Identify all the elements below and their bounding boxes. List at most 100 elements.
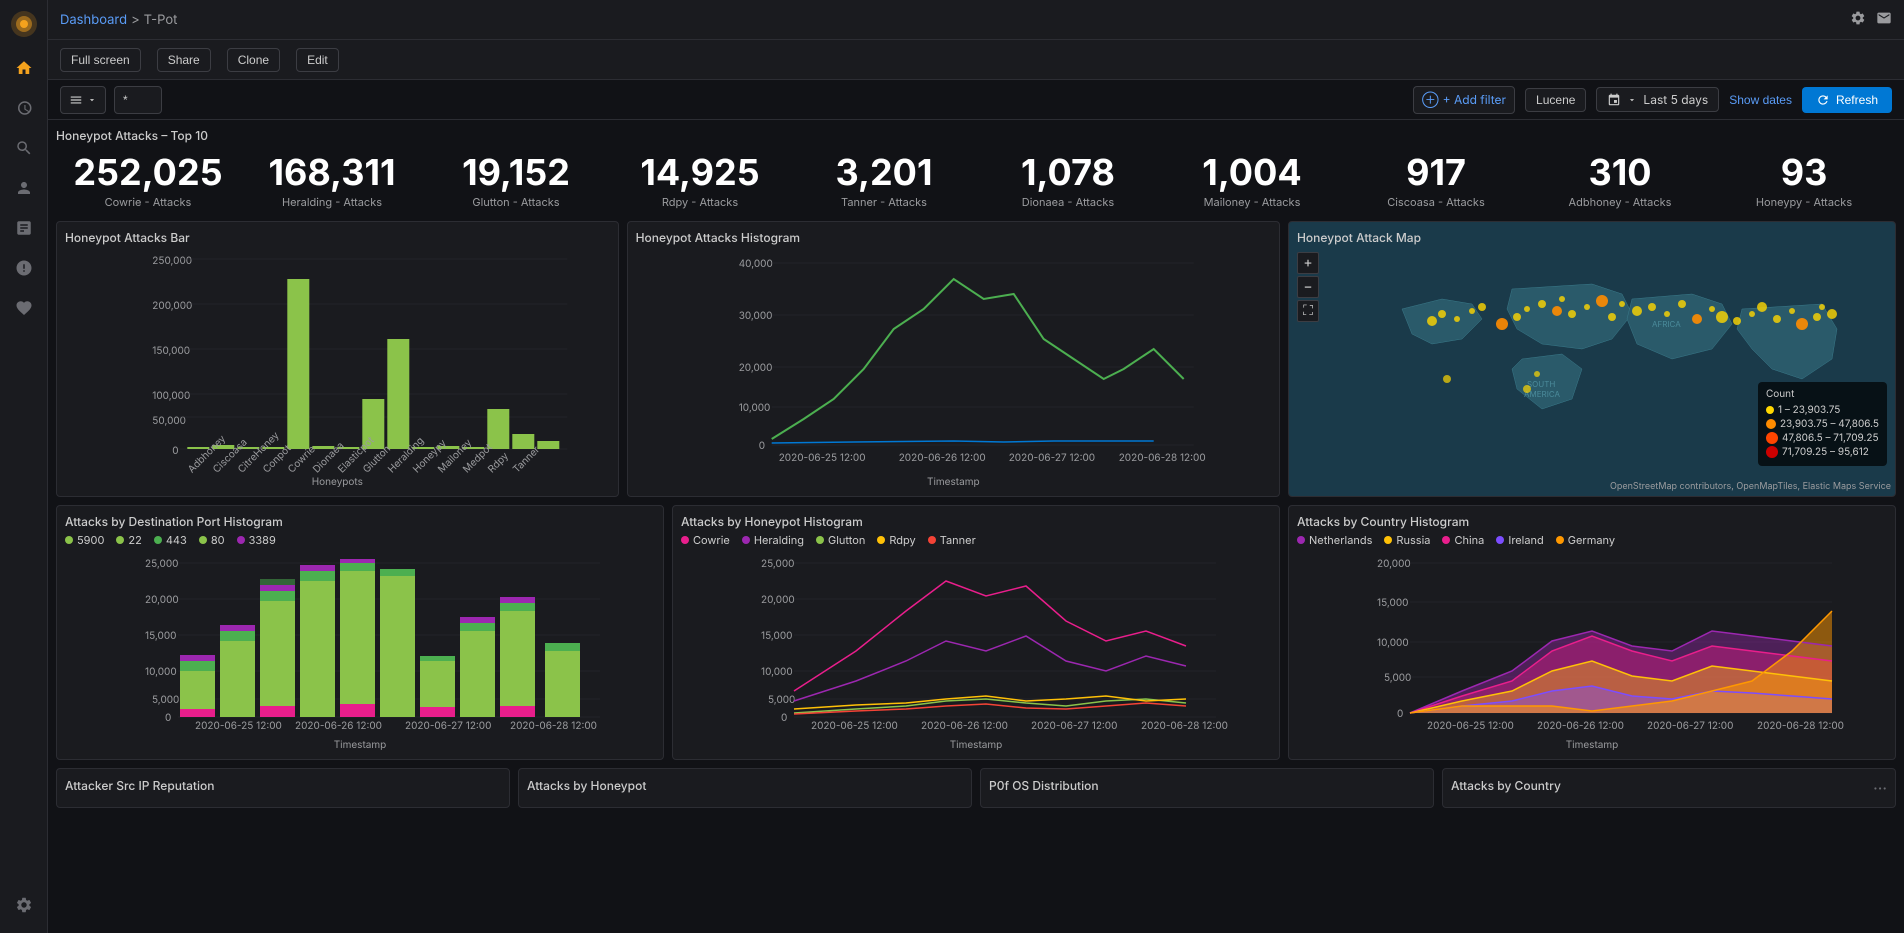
charts-row-1: Honeypot Attacks Bar 250,000 200,000 150…	[56, 221, 1896, 497]
dest-port-panel: Attacks by Destination Port Histogram 59…	[56, 505, 664, 760]
legend-range-3: 47,806.5 – 71,709.25	[1782, 432, 1879, 444]
stat-rdpy: 14,925 Rdpy - Attacks	[608, 149, 792, 213]
map-fullscreen-button[interactable]: ⛶	[1297, 300, 1319, 322]
svg-text:40,000: 40,000	[738, 258, 772, 270]
svg-text:20,000: 20,000	[145, 594, 179, 606]
svg-text:15,000: 15,000	[145, 630, 176, 642]
sidebar-user-icon[interactable]	[6, 170, 42, 206]
add-filter-label: + Add filter	[1443, 92, 1506, 107]
legend-heralding: Heralding	[742, 533, 804, 547]
histogram-title: Honeypot Attacks Histogram	[636, 230, 1271, 245]
stat-value-4: 3,201	[794, 153, 974, 193]
svg-text:20,000: 20,000	[1377, 558, 1411, 570]
stat-label-8: Adbhoney - Attacks	[1530, 195, 1710, 209]
svg-text:2020-06-25 12:00: 2020-06-25 12:00	[778, 452, 865, 464]
svg-text:20,000: 20,000	[761, 594, 795, 606]
legend-range-2: 23,903.75 – 47,806.5	[1780, 418, 1879, 430]
stat-ciscoasa: 917 Ciscoasa - Attacks	[1344, 149, 1528, 213]
svg-text:0: 0	[172, 445, 178, 457]
legend-443: 443	[154, 533, 187, 547]
topbar-right	[1850, 10, 1892, 29]
svg-text:0: 0	[1397, 708, 1403, 720]
legend-range-4: 71,709.25 – 95,612	[1782, 446, 1869, 458]
stat-value-8: 310	[1530, 153, 1710, 193]
legend-rdpy: Rdpy	[877, 533, 915, 547]
sidebar-search-icon[interactable]	[6, 130, 42, 166]
honeypot-hist-legend: Cowrie Heralding Glutton Rdpy Tanner	[681, 533, 1271, 547]
legend-label-nl: Netherlands	[1309, 533, 1372, 547]
honeypot-hist-svg: 25,000 20,000 15,000 10,000 5,000 0	[681, 551, 1271, 736]
filter-input[interactable]	[123, 93, 153, 107]
stat-label-5: Dionaea - Attacks	[978, 195, 1158, 209]
sidebar-chart-icon[interactable]	[6, 210, 42, 246]
svg-text:25,000: 25,000	[145, 558, 178, 570]
stat-value-6: 1,004	[1162, 153, 1342, 193]
country-hist-x-label: Timestamp	[1297, 739, 1887, 751]
svg-text:2020-06-25 12:00: 2020-06-25 12:00	[1427, 720, 1514, 732]
legend-label-rdpy: Rdpy	[889, 533, 915, 547]
legend-label-ie: Ireland	[1508, 533, 1543, 547]
more-options-icon[interactable]: ···	[1873, 778, 1887, 798]
svg-text:100,000: 100,000	[152, 390, 190, 402]
legend-item-1: 1 – 23,903.75	[1766, 404, 1879, 416]
legend-germany: Germany	[1556, 533, 1615, 547]
stat-adbhoney: 310 Adbhoney - Attacks	[1528, 149, 1712, 213]
filter-type-selector[interactable]	[60, 86, 106, 114]
email-icon[interactable]	[1876, 10, 1892, 29]
breadcrumb-separator: >	[131, 12, 140, 28]
clone-button[interactable]: Clone	[227, 48, 280, 72]
legend-label-443: 443	[166, 533, 187, 547]
svg-text:2020-06-28 12:00: 2020-06-28 12:00	[1118, 452, 1205, 464]
map-zoom-out-button[interactable]: −	[1297, 276, 1319, 298]
svg-text:250,000: 250,000	[152, 255, 192, 267]
stats-section: Honeypot Attacks – Top 10 252,025 Cowrie…	[56, 128, 1896, 213]
legend-label-80: 80	[211, 533, 225, 547]
svg-text:2020-06-26 12:00: 2020-06-26 12:00	[1537, 720, 1624, 732]
stat-label-6: Mailoney - Attacks	[1162, 195, 1342, 209]
logo	[8, 8, 40, 40]
show-dates-button[interactable]: Show dates	[1729, 93, 1792, 107]
sidebar-recent-icon[interactable]	[6, 90, 42, 126]
stat-tanner: 3,201 Tanner - Attacks	[792, 149, 976, 213]
country-hist-legend: Netherlands Russia China Ireland Germany	[1297, 533, 1887, 547]
stat-mailoney: 1,004 Mailoney - Attacks	[1160, 149, 1344, 213]
share-button[interactable]: Share	[157, 48, 211, 72]
legend-label-ru: Russia	[1396, 533, 1430, 547]
country-hist-title: Attacks by Country Histogram	[1297, 514, 1887, 529]
svg-text:10,000: 10,000	[738, 402, 770, 414]
sidebar-heart-icon[interactable]	[6, 290, 42, 326]
refresh-button[interactable]: Refresh	[1802, 87, 1892, 113]
legend-tanner: Tanner	[928, 533, 976, 547]
fullscreen-button[interactable]: Full screen	[60, 48, 141, 72]
stat-glutton: 19,152 Glutton - Attacks	[424, 149, 608, 213]
refresh-label: Refresh	[1836, 93, 1878, 107]
svg-text:10,000: 10,000	[761, 666, 793, 678]
edit-button[interactable]: Edit	[296, 48, 339, 72]
filter-input-box[interactable]	[114, 86, 162, 114]
svg-text:2020-06-26 12:00: 2020-06-26 12:00	[921, 720, 1008, 732]
add-filter-button[interactable]: ⊕ + Add filter	[1413, 86, 1515, 114]
stat-honeypy: 93 Honeypy - Attacks	[1712, 149, 1896, 213]
legend-label-22: 22	[128, 533, 141, 547]
sidebar-settings-icon[interactable]	[6, 887, 42, 923]
dashboard-link[interactable]: Dashboard	[60, 12, 127, 28]
sidebar-home-icon[interactable]	[6, 50, 42, 86]
svg-text:10,000: 10,000	[145, 666, 177, 678]
stat-label-9: Honeypy - Attacks	[1714, 195, 1894, 209]
map-legend-title: Count	[1766, 388, 1879, 400]
svg-text:2020-06-27 12:00: 2020-06-27 12:00	[1008, 452, 1094, 464]
main-content: Honeypot Attacks – Top 10 252,025 Cowrie…	[48, 120, 1904, 933]
lucene-button[interactable]: Lucene	[1525, 88, 1586, 112]
date-range-selector[interactable]: Last 5 days	[1596, 87, 1719, 112]
stat-label-3: Rdpy - Attacks	[610, 195, 790, 209]
sidebar-alert-icon[interactable]	[6, 250, 42, 286]
svg-text:2020-06-27 12:00: 2020-06-27 12:00	[1031, 720, 1117, 732]
country-hist-svg: 20,000 15,000 10,000 5,000 0	[1297, 551, 1887, 736]
map-attribution: OpenStreetMap contributors, OpenMapTiles…	[1610, 481, 1891, 492]
settings-icon[interactable]	[1850, 10, 1866, 29]
charts-row-2: Attacks by Destination Port Histogram 59…	[56, 505, 1896, 760]
legend-label-3389: 3389	[249, 533, 276, 547]
svg-text:2020-06-27 12:00: 2020-06-27 12:00	[1647, 720, 1733, 732]
legend-label-tanner: Tanner	[940, 533, 976, 547]
map-zoom-in-button[interactable]: +	[1297, 252, 1319, 274]
